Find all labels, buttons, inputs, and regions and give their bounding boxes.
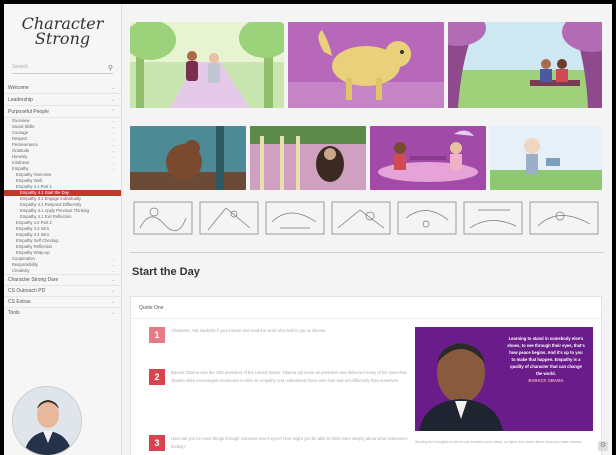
sidebar-subitem-label: Empathy 4.1 Respond Differently — [20, 202, 82, 207]
sidebar-item-label: Purposeful People — [8, 109, 49, 115]
sidebar-subitem-label: Responsibility — [12, 262, 38, 267]
sidebar-subitem-label: Gratitude — [12, 148, 30, 153]
sidebar-subitem-label: Perseverance — [12, 142, 38, 147]
sidebar-subitem-label: Creativity — [12, 268, 30, 273]
presenter-avatar — [13, 387, 81, 455]
search-placeholder: Search — [12, 64, 28, 70]
step-text: Barack Obama was the 44th president of t… — [171, 370, 408, 383]
sidebar-item-dare[interactable]: Character Strong Dare ⌄ — [4, 274, 121, 285]
sidebar-subitem-label: Overview — [12, 118, 30, 123]
sidebar-item-tools[interactable]: Tools ⌄ — [4, 307, 121, 318]
sidebar-subitem-label: Kindness — [12, 160, 30, 165]
sidebar-item-purposeful-people[interactable]: Purposeful People ⌃ — [4, 106, 121, 118]
sidebar-subitem-label: Empathy Wall — [16, 178, 42, 183]
step-3: 3 How can you be more things through som… — [149, 435, 411, 451]
chevron-down-icon: ⌄ — [110, 97, 115, 103]
image-dog[interactable] — [288, 22, 444, 108]
main-content: Start the Day Quote One 1 Character: Ask… — [122, 4, 612, 455]
image-watering-can[interactable] — [490, 126, 602, 190]
sidebar-item-label: Tools — [8, 310, 20, 316]
sidebar-item-label: Leadership — [8, 97, 33, 103]
sidebar-item-extras[interactable]: CS Extras ⌄ — [4, 296, 121, 307]
image-sloth[interactable] — [250, 126, 366, 190]
image-bench[interactable] — [448, 22, 602, 108]
chevron-up-icon: ⌃ — [110, 109, 115, 115]
search-icon[interactable]: ⚲ — [108, 64, 113, 72]
sketch-strip — [130, 198, 602, 238]
sidebar-subitem-label: Empathy 4.3 Intro — [16, 226, 50, 231]
step-number: 3 — [149, 435, 165, 451]
sidebar-subitem-label: Empathy Overview — [16, 172, 52, 177]
sidebar-subitem-label: Social Skills — [12, 124, 35, 129]
sidebar-subitem-label: Cooperation — [12, 256, 35, 261]
bottom-nav: Character Strong Dare ⌄ CS Outreach PD ⌄ C… — [4, 274, 121, 318]
page-title: Start the Day — [132, 266, 200, 278]
settings-gear-icon[interactable]: ⚙ — [598, 441, 608, 451]
logo[interactable]: Character Strong — [4, 4, 121, 58]
quote-author: BARACK OBAMA — [528, 378, 564, 383]
step-text: How can you be more things through someo… — [171, 436, 408, 449]
sidebar-subitem-label: Empathy 4.1 Exit Reflection — [20, 214, 72, 219]
sidebar-subitem-label: Empathy 4.1 Apply Previous Thinking — [20, 208, 90, 213]
quote-caption: Sharing the thoughts of others can broad… — [415, 440, 583, 444]
sidebar-subitem-label: Empathy 4.1 Engage Individually — [20, 196, 81, 201]
sub-nav: Overview ⌄ Social Skills ⌄ Courage ⌄ Respect ⌄ P… — [4, 118, 121, 274]
step-number: 2 — [149, 369, 165, 385]
quote-body: Learning to stand in somebody else's sho… — [507, 336, 585, 376]
sidebar-item-outreach[interactable]: CS Outreach PD ⌄ — [4, 285, 121, 296]
sidebar-subitem-label: Empathy 4.2 Part 2 — [16, 220, 52, 225]
sidebar-subitem-label: Empathy — [12, 166, 29, 171]
sidebar: Character Strong Search ⚲ Welcome ⌄ Leade… — [4, 4, 122, 455]
quote-text: Learning to stand in somebody else's sho… — [507, 335, 585, 384]
step-text: Character: Ask students if you'd share a… — [171, 328, 327, 333]
quote-card: Quote One 1 Character: Ask students if y… — [130, 296, 602, 455]
sidebar-subitem-label: Empathy Self Checkup — [16, 238, 59, 243]
search-input[interactable]: Search ⚲ — [12, 64, 113, 74]
presenter-webcam — [12, 386, 82, 455]
top-nav: Welcome ⌄ Leadership ⌄ Purposeful People ⌃ — [4, 82, 121, 118]
sidebar-subitem-label: Empathy 4.1 Start the Day — [20, 190, 70, 195]
sidebar-item-leadership[interactable]: Leadership ⌄ — [4, 94, 121, 106]
sidebar-subitem-label: Empathy Reflection — [16, 244, 53, 249]
sidebar-subitem-label: Courage — [12, 130, 29, 135]
image-kids-walking[interactable] — [130, 22, 284, 108]
sidebar-item-welcome[interactable]: Welcome ⌄ — [4, 82, 121, 94]
sidebar-subitem-label: Honesty — [12, 154, 28, 159]
quote-image[interactable]: Learning to stand in somebody else's sho… — [415, 327, 593, 431]
sidebar-subitem-label: Respect — [12, 136, 28, 141]
sidebar-item-label: Welcome — [8, 85, 29, 91]
sidebar-item-label: Character Strong Dare — [8, 277, 59, 283]
chevron-down-icon: ⌄ — [110, 85, 115, 91]
sidebar-item-label: CS Outreach PD — [8, 288, 46, 294]
sidebar-subitem-label: Empathy 4.1 Part 1 — [16, 184, 52, 189]
sidebar-subitem-label: Empathy Wrap-up — [16, 250, 50, 255]
sidebar-subitem-label: Empathy 4.4 Intro — [16, 232, 50, 237]
section-divider — [130, 252, 604, 253]
image-tea-party[interactable] — [370, 126, 486, 190]
card-header[interactable]: Quote One — [131, 297, 601, 319]
sidebar-item-label: CS Extras — [8, 299, 31, 305]
image-bear[interactable] — [130, 126, 246, 190]
app-window: Character Strong Search ⚲ Welcome ⌄ Leade… — [4, 4, 612, 455]
step-number: 1 — [149, 327, 165, 343]
chevron-down-icon: ⌄ — [110, 310, 115, 316]
step-2: 2 Barack Obama was the 44th president of… — [149, 369, 411, 385]
step-1: 1 Character: Ask students if you'd share… — [149, 327, 411, 343]
